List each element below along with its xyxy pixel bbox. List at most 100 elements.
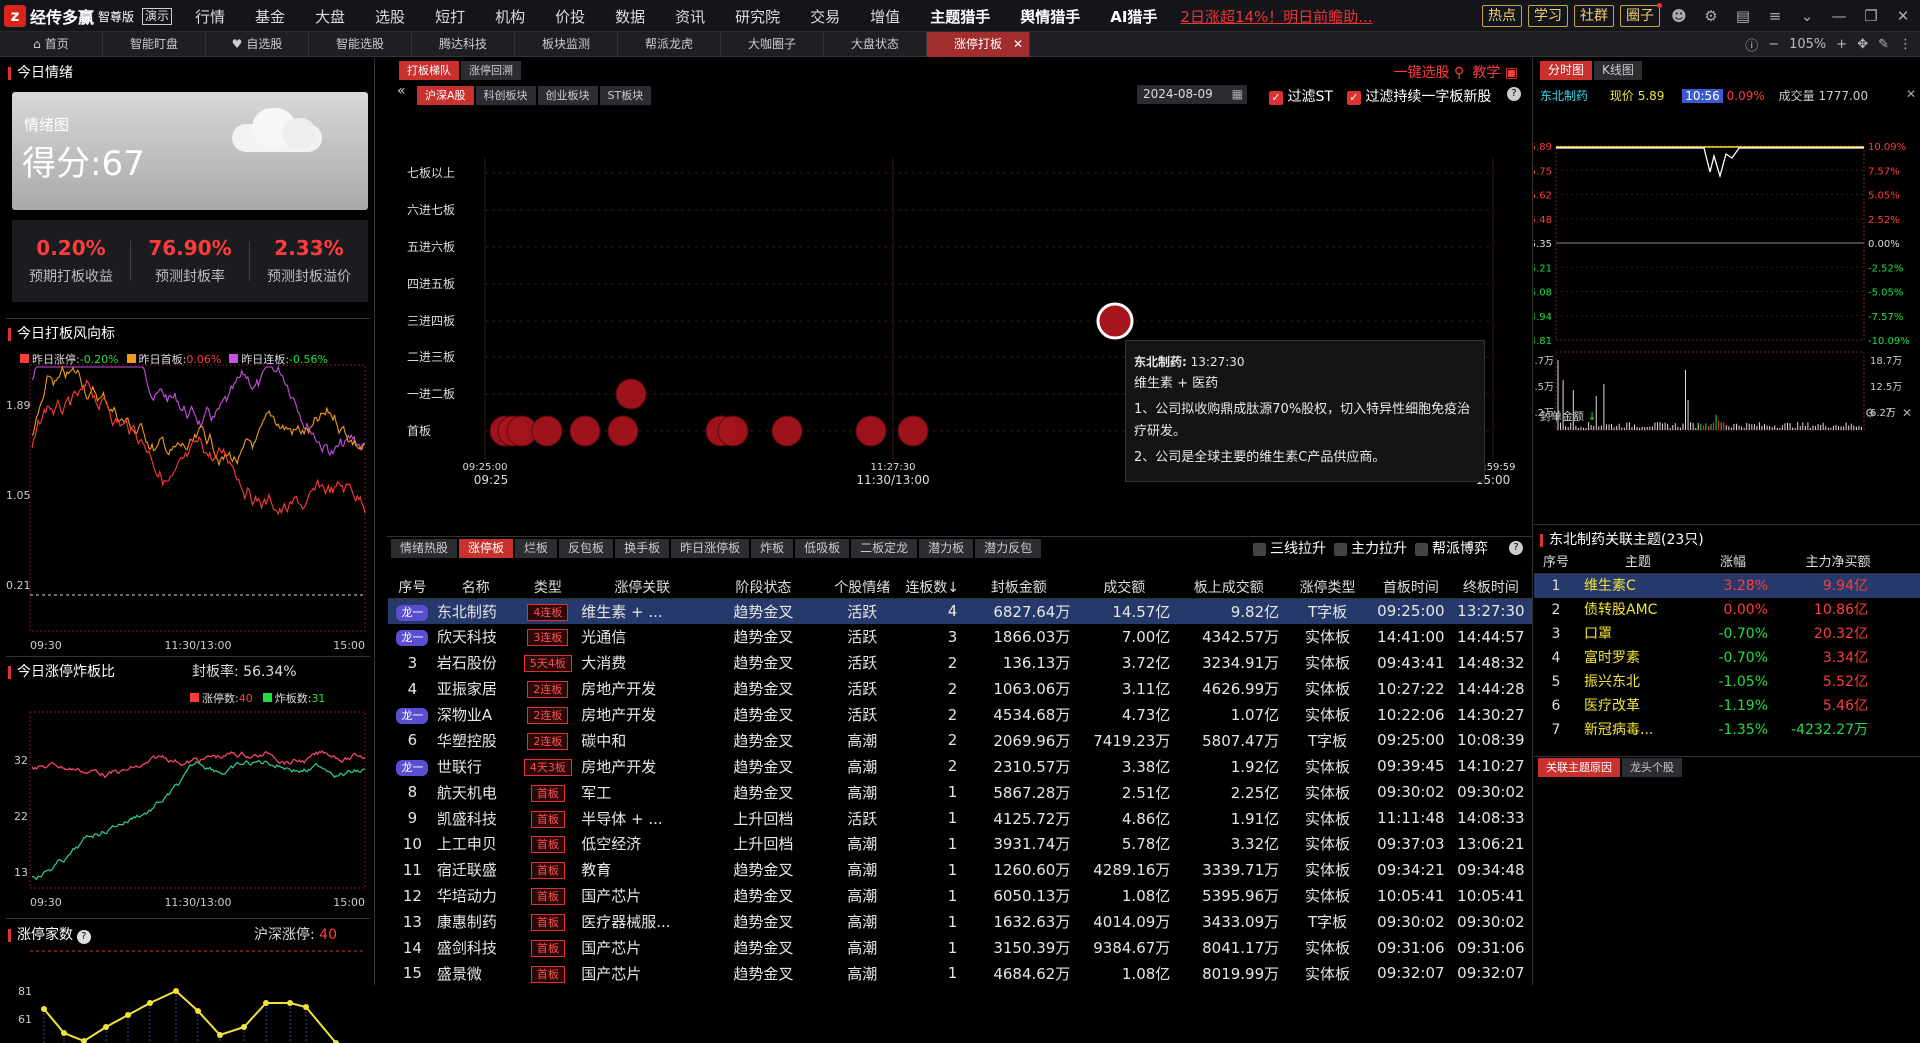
stock-tab-4[interactable]: 换手板: [615, 539, 670, 558]
stock-tab-1[interactable]: 涨停板: [459, 539, 514, 558]
gear-icon[interactable]: ⚙: [1698, 7, 1724, 25]
stock-tab-5[interactable]: 昨日涨停板: [671, 539, 750, 558]
col-header[interactable]: 封板金额: [963, 576, 1075, 599]
col-header[interactable]: 板上成交额: [1174, 576, 1284, 599]
col-header[interactable]: 序号: [388, 576, 437, 599]
col-header[interactable]: 阶段状态: [703, 576, 824, 599]
theme-col-header[interactable]: 主题: [1578, 552, 1698, 573]
menu-item-14[interactable]: AI猎手: [1095, 6, 1172, 27]
menu-item-11[interactable]: 增值: [855, 6, 915, 27]
theme-row[interactable]: 1 维生素C 3.28% 9.94亿: [1534, 574, 1920, 598]
col-header[interactable]: 终板时间: [1449, 576, 1532, 599]
theme-row[interactable]: 7 新冠病毒... -1.35% -4232.27万: [1534, 718, 1920, 742]
table-row[interactable]: 11 宿迁联盛 首板 教育 趋势金叉 高潮 1 1260.60万 4289.16万 3339.71…: [388, 857, 1532, 883]
stock-bubble-selected[interactable]: [1096, 302, 1134, 340]
help-icon[interactable]: ?: [1507, 87, 1521, 101]
tab-theme-reason[interactable]: 关联主题原因: [1538, 758, 1620, 777]
date-field[interactable]: 2024-08-09 ▦: [1137, 85, 1247, 104]
chevron-down-icon[interactable]: ⌄: [1794, 7, 1820, 25]
market-tab-3[interactable]: ST板块: [599, 86, 652, 105]
tab-8[interactable]: 大盘状态: [824, 32, 927, 57]
table-row[interactable]: 10 上工申贝 首板 低空经济 上升回档 高潮 1 3931.74万 5.78亿 3.32亿 实体板…: [388, 831, 1532, 857]
menu-item-3[interactable]: 选股: [360, 6, 420, 27]
community-button[interactable]: 社群: [1574, 5, 1614, 27]
close-icon[interactable]: ✕: [1890, 7, 1916, 25]
tab-4[interactable]: 腾达科技: [412, 32, 515, 57]
tab-9[interactable]: 涨停打板 ✕: [927, 32, 1030, 57]
menu-item-6[interactable]: 价投: [540, 6, 600, 27]
stock-tab-8[interactable]: 二板定龙: [851, 539, 918, 558]
filter-st[interactable]: ✓ 过滤ST: [1269, 86, 1333, 106]
col-header[interactable]: 涨停关联: [581, 576, 704, 599]
market-tab-0[interactable]: 沪深A股: [417, 86, 474, 105]
stock-tab-7[interactable]: 低吸板: [795, 539, 850, 558]
menu-icon[interactable]: ≡: [1762, 7, 1788, 25]
menu-item-1[interactable]: 基金: [240, 6, 300, 27]
circle-button[interactable]: 圈子: [1620, 3, 1662, 27]
theme-row[interactable]: 3 口罩 -0.70% 20.32亿: [1534, 622, 1920, 646]
stock-tab-9[interactable]: 潜力板: [919, 539, 974, 558]
menu-item-7[interactable]: 数据: [600, 6, 660, 27]
promo-link[interactable]: 2日涨超14%！明日前瞻助...: [1172, 6, 1372, 27]
col-header[interactable]: 连板数↓: [901, 576, 964, 599]
col-header[interactable]: 涨停类型: [1283, 576, 1372, 599]
table-row[interactable]: 14 盛剑科技 首板 国产芯片 趋势金叉 高潮 1 3150.39万 9384.67万 8041.…: [388, 935, 1532, 961]
stock-bubble[interactable]: [615, 378, 647, 410]
table-row[interactable]: 龙一 世联行 4天3板 房地产开发 趋势金叉 高潮 2 2310.57万 3.38亿 1.92亿 实…: [388, 753, 1532, 779]
zoom-out-icon[interactable]: −: [1768, 37, 1779, 52]
menu-item-12[interactable]: 主题猎手: [915, 6, 1005, 27]
stock-bubble[interactable]: [771, 415, 803, 447]
app-logo[interactable]: z 经传多赢 智尊版 演示: [4, 4, 173, 28]
layout-icon[interactable]: ▤: [1730, 7, 1756, 25]
tab-ladder[interactable]: 打板梯队: [399, 61, 459, 80]
menu-item-4[interactable]: 短打: [420, 6, 480, 27]
tab-review[interactable]: 涨停回溯: [461, 61, 521, 80]
table-row[interactable]: 3 岩石股份 5天4板 大消费 趋势金叉 活跃 2 136.13万 3.72亿 3234.91万 实…: [388, 650, 1532, 676]
stock-bubble[interactable]: [717, 415, 749, 447]
stock-tab-0[interactable]: 情绪热股: [391, 539, 458, 558]
stock-bubble[interactable]: [897, 415, 929, 447]
help-icon[interactable]: ?: [1886, 406, 1892, 420]
zoom-in-icon[interactable]: +: [1836, 37, 1847, 52]
stock-tab-3[interactable]: 反包板: [559, 539, 614, 558]
help-icon[interactable]: ?: [76, 930, 91, 944]
table-row[interactable]: 9 凯盛科技 首板 半导体 + ... 上升回档 活跃 1 4125.72万 4.86亿 1.91…: [388, 805, 1532, 831]
theme-row[interactable]: 5 振兴东北 -1.05% 5.52亿: [1534, 670, 1920, 694]
stock-tab-6[interactable]: 炸板: [751, 539, 794, 558]
restore-icon[interactable]: ❐: [1858, 7, 1884, 25]
col-header[interactable]: 类型: [514, 576, 582, 599]
tab-5[interactable]: 板块监测: [515, 32, 618, 57]
stock-bubble[interactable]: [607, 415, 639, 447]
tab-3[interactable]: 智能选股: [309, 32, 412, 57]
minimize-icon[interactable]: —: [1826, 7, 1852, 25]
menu-item-5[interactable]: 机构: [480, 6, 540, 27]
close-icon[interactable]: ✕: [1906, 87, 1916, 101]
menu-item-2[interactable]: 大盘: [300, 6, 360, 27]
check-2[interactable]: 帮派博弈: [1415, 538, 1488, 558]
col-header[interactable]: 名称: [436, 576, 515, 599]
table-row[interactable]: 6 华塑控股 2连板 碳中和 趋势金叉 高潮 2 2069.96万 7419.23万 5807.4…: [388, 727, 1532, 753]
menu-item-13[interactable]: 舆情猎手: [1005, 6, 1095, 27]
col-header[interactable]: 首板时间: [1371, 576, 1450, 599]
theme-row[interactable]: 4 富时罗素 -0.70% 3.34亿: [1534, 646, 1920, 670]
stock-bubble[interactable]: [569, 415, 601, 447]
close-icon[interactable]: ✕: [1013, 32, 1023, 57]
check-0[interactable]: 三线拉升: [1253, 538, 1326, 558]
table-row[interactable]: 12 华培动力 首板 国产芯片 趋势金叉 高潮 1 6050.13万 1.08亿 5395.96万…: [388, 883, 1532, 909]
tab-2[interactable]: ♥ 自选股: [206, 32, 309, 57]
stock-bubble[interactable]: [855, 415, 887, 447]
menu-item-8[interactable]: 资讯: [660, 6, 720, 27]
check-1[interactable]: 主力拉升: [1334, 538, 1407, 558]
table-row[interactable]: 龙一 深物业A 2连板 房地产开发 趋势金叉 活跃 2 4534.68万 4.73亿 1.07亿 实…: [388, 702, 1532, 728]
table-row[interactable]: 13 康惠制药 首板 医疗器械服... 趋势金叉 高潮 1 1632.63万 4014.09万 3…: [388, 909, 1532, 935]
filter-oneword[interactable]: ✓ 过滤持续一字板新股: [1346, 86, 1491, 106]
market-tab-1[interactable]: 科创板块: [475, 86, 536, 105]
table-row[interactable]: 8 航天机电 首板 军工 趋势金叉 高潮 1 5867.28万 2.51亿 2.25亿 实体板 09:…: [388, 779, 1532, 805]
stock-tab-2[interactable]: 烂板: [515, 539, 558, 558]
theme-col-header[interactable]: 主力净买额: [1768, 552, 1908, 573]
stock-bubble[interactable]: [531, 415, 563, 447]
theme-col-header[interactable]: 涨幅: [1698, 552, 1768, 573]
menu-item-9[interactable]: 研究院: [720, 6, 795, 27]
table-row[interactable]: 15 盛景微 首板 国产芯片 趋势金叉 高潮 1 4684.62万 1.08亿 8019.99万 实…: [388, 960, 1532, 986]
learn-button[interactable]: 学习: [1528, 5, 1568, 27]
